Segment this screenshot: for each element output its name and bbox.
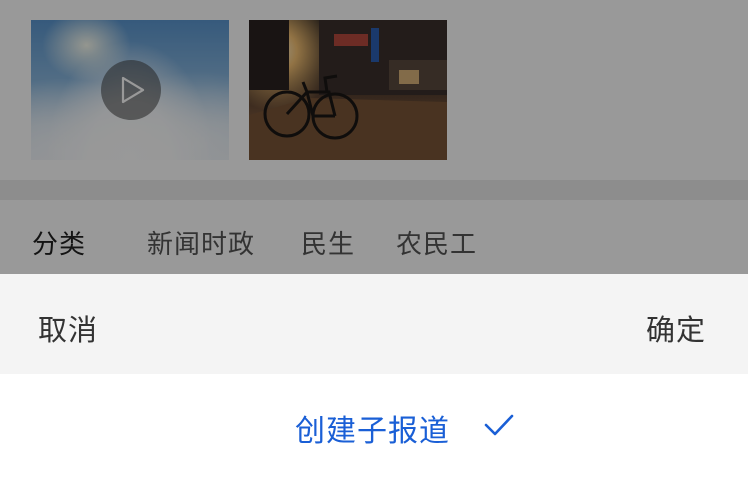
action-sheet-body: 创建子报道 — [0, 374, 748, 480]
confirm-button[interactable]: 确定 — [646, 307, 706, 349]
modal-overlay[interactable] — [0, 0, 748, 274]
option-label: 创建子报道 — [295, 414, 450, 449]
option-create-sub-report[interactable]: 创建子报道 — [0, 374, 748, 480]
check-icon — [484, 414, 514, 436]
action-sheet-header: 取消 确定 — [0, 274, 748, 374]
cancel-button[interactable]: 取消 — [38, 307, 98, 349]
